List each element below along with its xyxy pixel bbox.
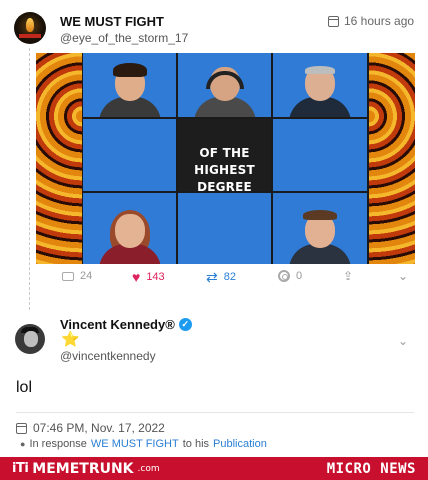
retweet-icon: ⇄ (206, 269, 218, 285)
views-icon (278, 270, 290, 282)
response-to-link[interactable]: WE MUST FIGHT (91, 438, 179, 450)
person-figure (98, 63, 161, 117)
comment-count: 24 (80, 270, 93, 282)
reply-date-label: 07:46 PM, Nov. 17, 2022 (33, 421, 165, 435)
views-button[interactable]: 0 (278, 270, 302, 282)
retro-pattern-right (369, 53, 415, 264)
tile-mid-left (83, 119, 176, 191)
thread-connector (29, 48, 30, 310)
tile-bottom-center (178, 193, 271, 264)
response-prefix: In response (29, 438, 87, 450)
heart-icon: ♥ (132, 269, 141, 285)
calendar-icon (16, 422, 27, 434)
more-button[interactable]: ⌄ (398, 270, 408, 282)
like-button[interactable]: ♥ 143 (132, 270, 165, 284)
tile-top-left (83, 53, 176, 117)
publication-link[interactable]: Publication (213, 438, 267, 450)
tile-mid-right (273, 119, 367, 191)
chevron-down-icon[interactable]: ⌄ (398, 334, 408, 348)
calendar-icon (328, 15, 339, 27)
share-icon: ⇪ (343, 269, 354, 283)
person-figure (193, 67, 256, 117)
response-mid: to his (182, 438, 210, 450)
site-name: MEMETRUNK (32, 460, 134, 477)
comment-icon (62, 271, 74, 281)
site-logo: iTi (12, 461, 29, 476)
site-tld: .com (137, 463, 160, 474)
reply-author-handle[interactable]: @vincentkennedy (60, 349, 156, 363)
reply-author-avatar[interactable] (15, 324, 45, 354)
post-actions: 24 ♥ 143 ⇄ 82 0 ⇪ ⌄ (60, 270, 415, 286)
comment-button[interactable]: 24 (62, 270, 92, 282)
section-label: MICRO NEWS (326, 460, 416, 477)
author-avatar[interactable] (14, 12, 46, 44)
author-name[interactable]: WE MUST FIGHT (60, 14, 164, 29)
person-figure (98, 210, 161, 264)
tile-top-right (273, 53, 367, 117)
post-time-label: 16 hours ago (344, 14, 415, 28)
retro-pattern-left (36, 53, 82, 264)
response-info: ● In response WE MUST FIGHT to his Publi… (20, 438, 267, 450)
retweet-button[interactable]: ⇄ 82 (206, 270, 236, 284)
star-badge-icon: ⭐ (61, 331, 80, 348)
author-handle[interactable]: @eye_of_the_storm_17 (60, 31, 188, 45)
site-footer: iTi MEMETRUNK .com MICRO NEWS (0, 457, 428, 480)
reply-text: lol (16, 379, 33, 396)
tile-bottom-right (273, 193, 367, 264)
media-caption: OF THE HIGHEST DEGREE (194, 146, 255, 191)
tile-bottom-left (83, 193, 176, 264)
chevron-down-icon: ⌄ (398, 269, 409, 283)
verified-icon: ✓ (178, 318, 192, 331)
like-count: 143 (146, 271, 165, 283)
views-count: 0 (296, 270, 303, 282)
site-brand[interactable]: iTi MEMETRUNK .com (12, 461, 160, 477)
tile-top-center (178, 53, 271, 117)
divider (16, 412, 414, 413)
retweet-count: 82 (223, 271, 236, 283)
bullet-icon: ● (20, 439, 26, 449)
flame-icon (26, 18, 34, 32)
post-image[interactable]: OF THE HIGHEST DEGREE (36, 53, 415, 264)
share-button[interactable]: ⇪ (343, 270, 353, 282)
person-figure (289, 66, 351, 117)
tile-mid-center: OF THE HIGHEST DEGREE (178, 119, 271, 191)
avatar-banner (19, 34, 41, 38)
post-time: 16 hours ago (328, 14, 414, 28)
reply-author[interactable]: Vincent Kennedy® ✓ (60, 317, 192, 332)
face-shape (24, 331, 38, 347)
reply-date: 07:46 PM, Nov. 17, 2022 (16, 421, 165, 435)
person-figure (289, 210, 351, 264)
